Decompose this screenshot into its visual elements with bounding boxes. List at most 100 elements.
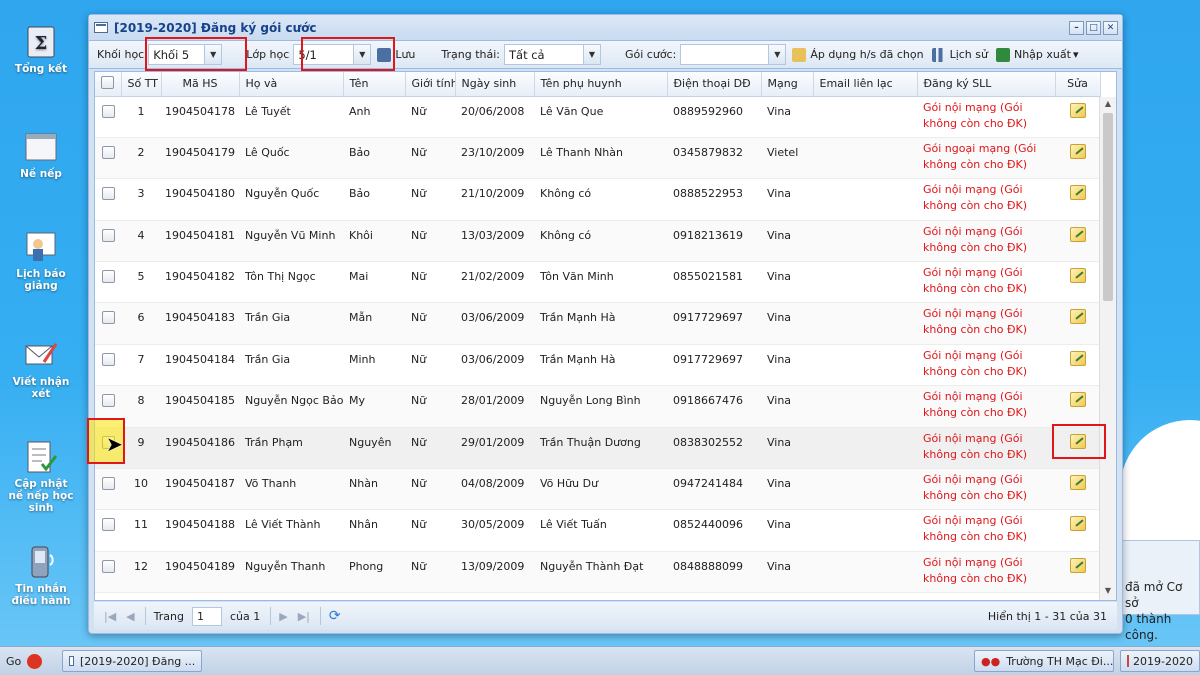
history-button[interactable]: Lịch sử: [931, 47, 988, 62]
edit-icon[interactable]: [1069, 516, 1086, 532]
chevron-down-icon[interactable]: ▼: [768, 45, 786, 64]
column-header[interactable]: Sửa: [1055, 72, 1101, 97]
row-checkbox[interactable]: [101, 270, 115, 284]
select-all-checkbox-header[interactable]: [95, 72, 122, 97]
row-checkbox[interactable]: [101, 104, 115, 118]
chevron-down-icon[interactable]: ▼: [353, 45, 371, 64]
row-checkbox[interactable]: [101, 352, 115, 366]
edit-icon[interactable]: [1069, 102, 1086, 118]
table-row[interactable]: 12 1904504189 Nguyễn Thanh Phong Nữ 13/09/200…: [95, 551, 1100, 594]
row-checkbox-cell[interactable]: [95, 385, 121, 428]
table-row[interactable]: 9 1904504186 Trần Phạm Nguyên Nữ 29/01/2009 Tr…: [95, 427, 1100, 470]
column-header[interactable]: Mã HS: [161, 72, 240, 97]
edit-icon[interactable]: [1069, 226, 1086, 242]
row-checkbox-cell[interactable]: [95, 261, 121, 304]
first-page-icon[interactable]: |◀: [104, 610, 116, 623]
desktop-icon-tong-ket[interactable]: Σ Tổng kết: [8, 25, 74, 75]
column-header[interactable]: Ngày sinh: [455, 72, 535, 97]
table-row[interactable]: 2 1904504179 Lê Quốc Bảo Nữ 23/10/2009 Lê Than…: [95, 137, 1100, 180]
desktop-icon-cap-nhat-ne-nep[interactable]: Cập nhật nề nếp học sinh: [8, 440, 74, 514]
edit-icon[interactable]: [1069, 309, 1086, 325]
row-checkbox-cell[interactable]: [95, 344, 121, 387]
row-checkbox-cell[interactable]: [95, 468, 121, 511]
column-header[interactable]: Mạng: [761, 72, 814, 97]
vertical-scrollbar[interactable]: ▲ ▼: [1099, 97, 1116, 600]
desktop-icon-tin-nhan[interactable]: Tin nhắn điều hành: [8, 545, 74, 607]
row-checkbox[interactable]: [101, 518, 115, 532]
desktop-icon-ne-nep[interactable]: Nề nếp: [8, 130, 74, 180]
row-checkbox[interactable]: [101, 145, 115, 159]
edit-cell[interactable]: [1055, 344, 1100, 387]
status-select[interactable]: Tất cả ▼: [504, 44, 601, 65]
row-checkbox-cell[interactable]: [95, 509, 121, 552]
column-header[interactable]: Tên: [343, 72, 406, 97]
minimize-button[interactable]: –: [1069, 20, 1084, 35]
row-checkbox[interactable]: [101, 228, 115, 242]
row-checkbox-cell[interactable]: [95, 220, 121, 263]
next-page-icon[interactable]: ▶: [279, 610, 287, 623]
row-checkbox-cell[interactable]: [95, 96, 121, 138]
package-select[interactable]: ▼: [680, 44, 787, 65]
column-header[interactable]: Điện thoại DĐ: [667, 72, 762, 97]
table-row[interactable]: 1 1904504178 Lê Tuyết Anh Nữ 20/06/2008 Lê Văn…: [95, 96, 1100, 138]
column-header[interactable]: Email liên lạc: [813, 72, 918, 97]
edit-cell[interactable]: [1055, 468, 1100, 511]
apply-selected-button[interactable]: Áp dụng h/s đã chọn: [792, 47, 924, 62]
save-button[interactable]: Lưu: [377, 47, 415, 62]
scroll-down-icon[interactable]: ▼: [1100, 586, 1116, 600]
table-row[interactable]: 7 1904504184 Trần Gia Minh Nữ 03/06/2009 Trần …: [95, 344, 1100, 387]
table-row[interactable]: 8 1904504185 Nguyễn Ngọc Bảo My Nữ 28/01/2009…: [95, 385, 1100, 428]
table-row[interactable]: 4 1904504181 Nguyễn Vũ Minh Khôi Nữ 13/03/200…: [95, 220, 1100, 263]
edit-icon[interactable]: [1069, 475, 1086, 491]
table-row[interactable]: 5 1904504182 Tôn Thị Ngọc Mai Nữ 21/02/2009 Tô…: [95, 261, 1100, 304]
row-checkbox[interactable]: [101, 477, 115, 491]
window-titlebar[interactable]: [2019-2020] Đăng ký gói cước – □ ✕: [89, 15, 1122, 41]
column-header[interactable]: Đăng ký SLL: [917, 72, 1056, 97]
scroll-up-icon[interactable]: ▲: [1100, 99, 1116, 113]
edit-cell[interactable]: [1055, 509, 1100, 552]
import-export-button[interactable]: Nhập xuất ▾: [995, 47, 1078, 62]
chevron-down-icon[interactable]: ▼: [204, 45, 222, 64]
row-checkbox-cell[interactable]: [95, 302, 121, 345]
edit-cell[interactable]: [1055, 220, 1100, 263]
maximize-button[interactable]: □: [1086, 20, 1101, 35]
row-checkbox-cell[interactable]: [95, 178, 121, 221]
edit-cell[interactable]: [1055, 302, 1100, 345]
edit-icon[interactable]: [1069, 185, 1086, 201]
table-row[interactable]: 6 1904504183 Trần Gia Mẫn Nữ 03/06/2009 Trần M…: [95, 302, 1100, 345]
taskbar-window-item[interactable]: [2019-2020] Đăng ...: [62, 650, 203, 672]
class-select[interactable]: 5/1 ▼: [293, 44, 372, 65]
edit-icon[interactable]: [1069, 143, 1086, 159]
table-row[interactable]: 10 1904504187 Võ Thanh Nhàn Nữ 04/08/2009 Võ H…: [95, 468, 1100, 511]
select-all-checkbox[interactable]: [101, 75, 115, 89]
edit-cell[interactable]: [1055, 96, 1100, 138]
edit-icon[interactable]: [1069, 557, 1086, 573]
prev-page-icon[interactable]: ◀: [126, 610, 134, 623]
edit-cell[interactable]: [1055, 261, 1100, 304]
row-checkbox[interactable]: [101, 394, 115, 408]
grade-select[interactable]: Khối 5 ▼: [148, 44, 223, 65]
column-header[interactable]: Số TT: [121, 72, 162, 97]
edit-cell[interactable]: [1055, 385, 1100, 428]
edit-cell[interactable]: [1055, 178, 1100, 221]
edit-icon[interactable]: [1069, 392, 1086, 408]
scrollbar-thumb[interactable]: [1103, 113, 1113, 301]
row-checkbox[interactable]: [101, 559, 115, 573]
search-icon[interactable]: [27, 653, 43, 669]
column-header[interactable]: Họ và: [239, 72, 344, 97]
page-input[interactable]: 1: [191, 606, 222, 626]
table-row[interactable]: 3 1904504180 Nguyễn Quốc Bảo Nữ 21/10/2009 Khô…: [95, 178, 1100, 221]
last-page-icon[interactable]: ▶|: [298, 610, 310, 623]
column-header[interactable]: Tên phụ huynh: [534, 72, 668, 97]
taskbar-year-item[interactable]: 2019-2020: [1120, 650, 1200, 672]
row-checkbox[interactable]: [101, 311, 115, 325]
row-checkbox[interactable]: [101, 187, 115, 201]
row-checkbox-cell[interactable]: [95, 137, 121, 180]
edit-icon[interactable]: [1069, 268, 1086, 284]
chevron-down-icon[interactable]: ▼: [583, 45, 600, 64]
edit-icon[interactable]: [1069, 433, 1086, 449]
desktop-icon-lich-bao-giang[interactable]: Lịch báo giảng: [8, 230, 74, 292]
refresh-icon[interactable]: ⟳: [329, 608, 341, 624]
edit-cell[interactable]: [1055, 551, 1100, 594]
edit-cell[interactable]: [1055, 137, 1100, 180]
